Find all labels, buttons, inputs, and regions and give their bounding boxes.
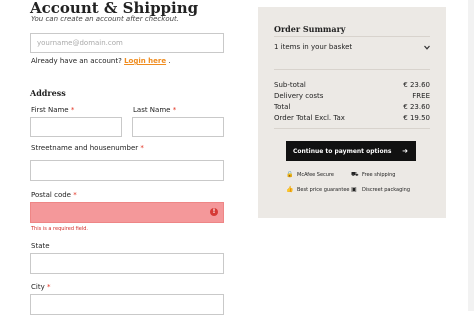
summary-row-value: € 23.60 — [403, 103, 430, 111]
chevron-down-icon — [424, 45, 430, 50]
feature-best-price: 👍 Best price guarantee — [286, 186, 350, 193]
summary-row-value: FREE — [412, 92, 430, 100]
login-link[interactable]: Login here — [124, 57, 166, 65]
thumbs-up-icon: 👍 — [286, 186, 294, 193]
street-label-text: Streetname and housenumber — [31, 144, 139, 152]
required-mark: * — [70, 106, 75, 114]
postal-error-message: This is a required field. — [31, 226, 88, 232]
login-prompt-trailing: . — [168, 57, 171, 65]
feature-mcafee-secure: 🔒 McAfee Secure — [286, 171, 334, 178]
basket-toggle[interactable]: 1 items in your basket — [274, 37, 430, 57]
page-subtitle: You can create an account after checkout… — [31, 15, 180, 23]
summary-row-delivery: Delivery costs FREE — [274, 92, 430, 100]
basket-count-text: 1 items in your basket — [274, 43, 353, 51]
state-label: State — [31, 242, 50, 250]
last-name-label-text: Last Name — [133, 106, 171, 114]
postal-label: Postal code * — [31, 191, 77, 199]
city-label: City * — [31, 283, 50, 291]
postal-code-field[interactable] — [30, 202, 224, 223]
login-prompt-text: Already have an account? — [31, 57, 122, 65]
required-mark: * — [172, 106, 177, 114]
email-field[interactable] — [30, 33, 224, 53]
feature-label: Free shipping — [362, 172, 396, 178]
summary-row-value: € 19.50 — [403, 114, 430, 122]
lock-icon: 🔒 — [286, 171, 294, 178]
summary-row-total-excl-tax: Order Total Excl. Tax € 19.50 — [274, 114, 430, 122]
first-name-label-text: First Name — [31, 106, 69, 114]
login-prompt: Already have an account? Login here . — [31, 57, 171, 65]
last-name-field[interactable] — [132, 117, 224, 137]
city-field[interactable] — [30, 294, 224, 315]
city-label-text: City — [31, 283, 45, 291]
package-icon: ▣ — [351, 186, 357, 193]
continue-to-payment-button[interactable]: Continue to payment options ➜ — [286, 141, 416, 161]
continue-to-payment-label: Continue to payment options — [293, 147, 392, 155]
required-mark: * — [140, 144, 144, 152]
arrow-right-icon: ➜ — [402, 147, 408, 155]
feature-label: Best price guarantee — [297, 186, 350, 193]
address-heading: Address — [30, 88, 66, 98]
street-field[interactable] — [30, 160, 224, 181]
divider — [274, 69, 430, 70]
summary-row-label: Total — [274, 103, 291, 111]
truck-icon: ⛟ — [351, 171, 359, 178]
required-mark: * — [73, 191, 77, 199]
postal-label-text: Postal code — [31, 191, 71, 199]
order-summary-heading: Order Summary — [274, 24, 346, 34]
last-name-label: Last Name * — [133, 106, 176, 114]
feature-discreet-packaging: ▣ Discreet packaging — [351, 186, 410, 193]
summary-row-label: Sub-total — [274, 81, 306, 89]
error-icon: ! — [210, 208, 218, 216]
summary-row-label: Delivery costs — [274, 92, 324, 100]
summary-row-value: € 23.60 — [403, 81, 430, 89]
feature-label: Discreet packaging — [362, 186, 411, 193]
summary-row-label: Order Total Excl. Tax — [274, 114, 345, 122]
scrollbar-track[interactable] — [468, 0, 474, 311]
feature-label: McAfee Secure — [297, 171, 334, 178]
required-mark: * — [46, 283, 51, 291]
summary-row-subtotal: Sub-total € 23.60 — [274, 81, 430, 89]
summary-row-total: Total € 23.60 — [274, 103, 430, 111]
first-name-field[interactable] — [30, 117, 122, 137]
first-name-label: First Name * — [31, 106, 74, 114]
divider — [274, 128, 430, 129]
state-field[interactable] — [30, 253, 224, 274]
street-label: Streetname and housenumber * — [31, 144, 144, 152]
feature-free-shipping: ⛟ Free shipping — [351, 171, 395, 179]
